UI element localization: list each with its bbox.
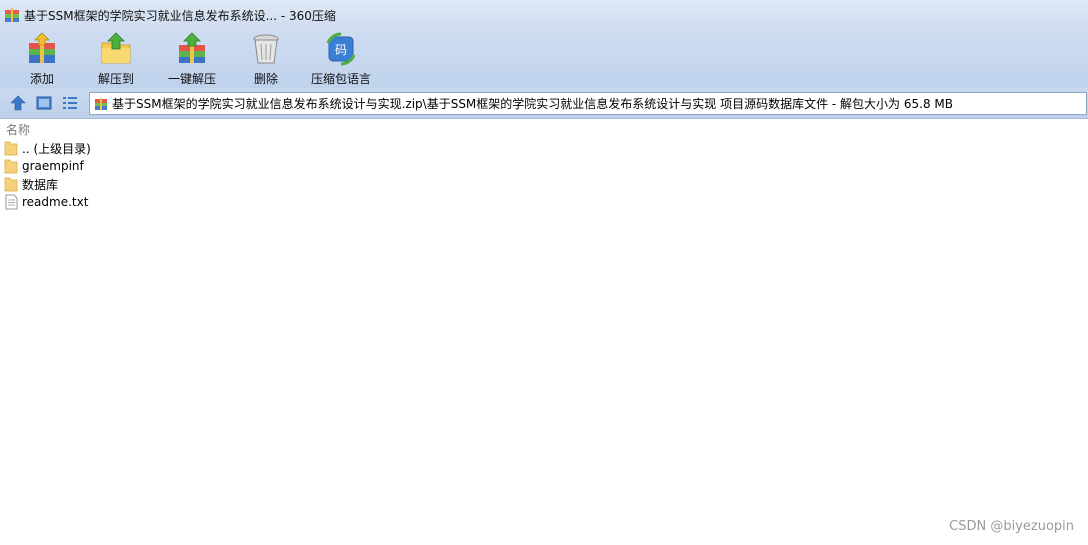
add-button[interactable]: 添加 bbox=[22, 30, 62, 88]
folder-icon bbox=[4, 141, 18, 156]
add-archive-icon bbox=[29, 32, 55, 63]
main-toolbar: 添加 解压到 一键解压 删除 码 压缩包语言 bbox=[0, 30, 1088, 88]
list-item[interactable]: readme.txt bbox=[0, 193, 1088, 211]
address-bar-row: 基于SSM框架的学院实习就业信息发布系统设计与实现.zip\基于SSM框架的学院… bbox=[0, 88, 1088, 119]
address-path-text: 基于SSM框架的学院实习就业信息发布系统设计与实现.zip\基于SSM框架的学院… bbox=[112, 97, 953, 111]
watermark-text: CSDN @biyezuopin bbox=[949, 519, 1074, 534]
list-item[interactable]: 数据库 bbox=[0, 175, 1088, 193]
archive-file-icon bbox=[95, 97, 107, 110]
app-archive-icon bbox=[5, 8, 19, 22]
svg-text:码: 码 bbox=[335, 43, 347, 57]
file-list: .. (上级目录) graempinf 数据库 readme.txt bbox=[0, 139, 1088, 211]
archive-language-button[interactable]: 码 压缩包语言 bbox=[308, 30, 374, 88]
list-item-name: graempinf bbox=[22, 159, 84, 173]
title-bar: 基于SSM框架的学院实习就业信息发布系统设... - 360压缩 bbox=[0, 0, 1088, 30]
list-item-name: .. (上级目录) bbox=[22, 141, 91, 156]
one-click-extract-label: 一键解压 bbox=[167, 72, 216, 86]
list-item-name: readme.txt bbox=[22, 195, 89, 209]
address-path-field[interactable]: 基于SSM框架的学院实习就业信息发布系统设计与实现.zip\基于SSM框架的学院… bbox=[89, 92, 1087, 115]
one-click-extract-button[interactable]: 一键解压 bbox=[163, 30, 221, 88]
folder-icon bbox=[4, 159, 18, 174]
folder-icon bbox=[4, 177, 18, 192]
window-title: 基于SSM框架的学院实习就业信息发布系统设... - 360压缩 bbox=[24, 8, 336, 23]
list-item[interactable]: graempinf bbox=[0, 157, 1088, 175]
archive-language-icon: 码 bbox=[326, 32, 356, 66]
up-arrow-icon[interactable] bbox=[9, 94, 27, 112]
list-item-parent-directory[interactable]: .. (上级目录) bbox=[0, 139, 1088, 157]
thumbnail-view-icon[interactable] bbox=[35, 94, 53, 112]
extract-to-icon bbox=[101, 32, 131, 64]
list-item-name: 数据库 bbox=[22, 177, 59, 192]
column-header: 名称 bbox=[0, 119, 1088, 137]
delete-button[interactable]: 删除 bbox=[244, 30, 288, 88]
list-view-icon[interactable] bbox=[61, 94, 79, 112]
extract-to-label: 解压到 bbox=[97, 72, 134, 86]
column-name-header[interactable]: 名称 bbox=[6, 121, 30, 138]
extract-to-button[interactable]: 解压到 bbox=[93, 30, 139, 88]
one-click-extract-icon bbox=[179, 32, 205, 63]
delete-trash-icon bbox=[253, 34, 279, 64]
delete-label: 删除 bbox=[253, 72, 278, 86]
add-label: 添加 bbox=[29, 72, 54, 86]
archive-language-label: 压缩包语言 bbox=[310, 72, 371, 86]
text-file-icon bbox=[5, 194, 18, 210]
